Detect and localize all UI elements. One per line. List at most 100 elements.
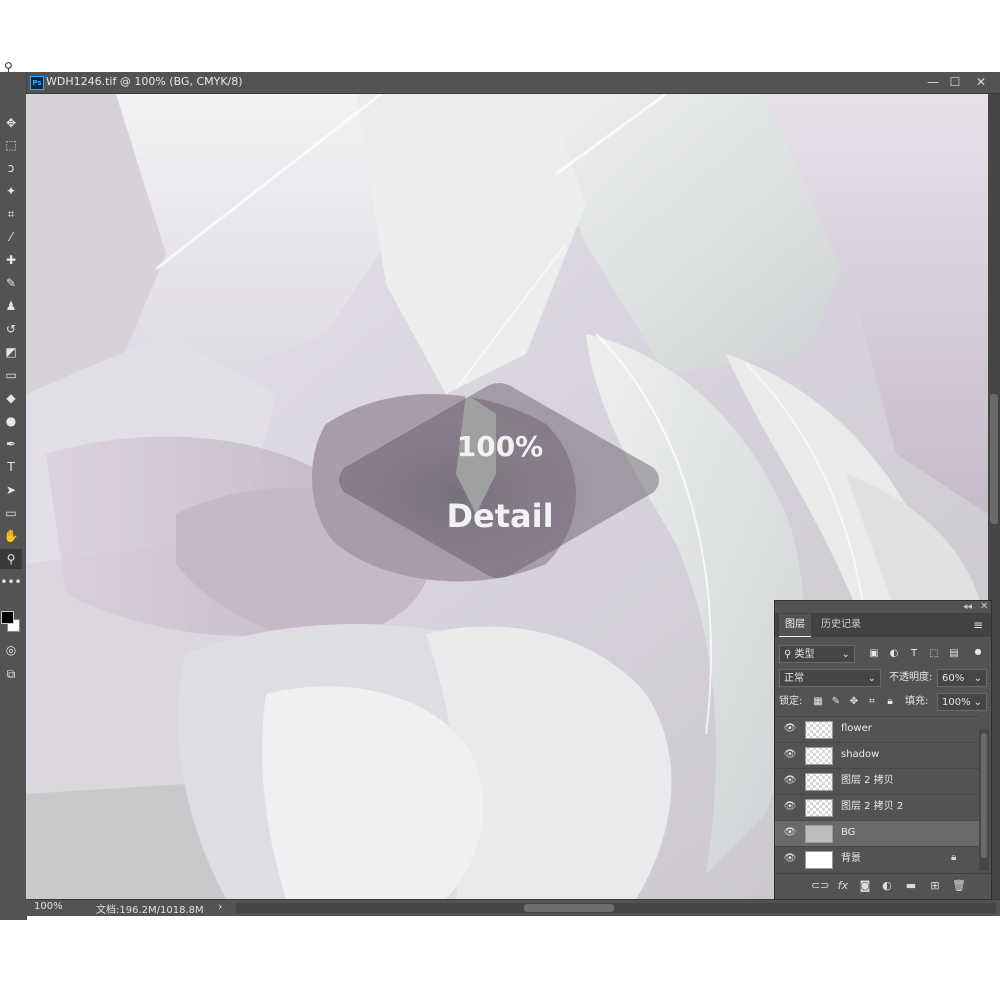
blur-tool-icon[interactable]: ◆ <box>0 388 22 408</box>
filter-type-icon[interactable]: T <box>907 647 921 661</box>
status-menu-arrow[interactable]: › <box>218 900 222 913</box>
panel-menu-icon[interactable]: ≡ <box>973 618 983 632</box>
filter-toggle-icon[interactable]: ● <box>971 645 985 659</box>
zoom-level[interactable]: 100% <box>34 901 63 912</box>
lasso-tool-icon[interactable]: ↄ <box>0 158 22 178</box>
fill-input[interactable]: 100% ⌄ <box>937 693 987 711</box>
dodge-tool-icon[interactable]: ● <box>0 411 22 431</box>
search-icon[interactable]: ⚲ <box>4 61 22 73</box>
rectangle-tool-icon[interactable]: ▭ <box>0 503 22 523</box>
layers-panel: ◂◂ ✕ 图层 历史记录 ≡ ⚲ 类型 ⌄ ▣ ◐ T ⬚ ▤ ● 正常 ⌄ 不透明… <box>774 600 992 900</box>
gradient-tool-icon[interactable]: ▭ <box>0 365 22 385</box>
brush-tool-icon[interactable]: ✎ <box>0 273 22 293</box>
lock-artboard-icon[interactable]: ⌗ <box>865 695 879 709</box>
visibility-eye-icon[interactable]: 👁︎ <box>783 774 797 788</box>
eyedropper-tool-icon[interactable]: ⁄ <box>0 227 22 247</box>
visibility-eye-icon[interactable]: 👁︎ <box>783 800 797 814</box>
pen-tool-icon[interactable]: ✒ <box>0 434 22 454</box>
layers-scrollbar[interactable] <box>979 729 989 871</box>
tab-history[interactable]: 历史记录 <box>815 614 867 636</box>
layer-thumbnail <box>805 799 833 817</box>
layer-filter-select[interactable]: ⚲ 类型 ⌄ <box>779 645 855 663</box>
layers-scroll-thumb[interactable] <box>981 733 987 858</box>
visibility-eye-icon[interactable]: 👁︎ <box>783 826 797 840</box>
panel-tabs: 图层 历史记录 <box>775 613 991 637</box>
new-group-icon[interactable]: ▬ <box>903 878 919 894</box>
visibility-eye-icon[interactable]: 👁︎ <box>783 748 797 762</box>
link-layers-icon[interactable]: ⊂⊃ <box>811 878 829 894</box>
filter-pixel-icon[interactable]: ▣ <box>867 647 881 661</box>
hand-tool-icon[interactable]: ✋ <box>0 526 22 546</box>
layer-thumbnail <box>805 851 833 869</box>
collapse-panel-icon[interactable]: ◂◂ <box>963 602 972 612</box>
visibility-eye-icon[interactable]: 👁︎ <box>783 852 797 866</box>
document-title: WDH1246.tif @ 100% (BG, CMYK/8) <box>46 75 243 88</box>
tab-layers[interactable]: 图层 <box>779 614 811 637</box>
clone-stamp-tool-icon[interactable]: ♟ <box>0 296 22 316</box>
lock-transparent-icon[interactable]: ▦ <box>811 695 825 709</box>
marquee-tool-icon[interactable]: ⬚ <box>0 135 22 155</box>
visibility-eye-icon[interactable]: 👁︎ <box>783 722 797 736</box>
filter-smart-object-icon[interactable]: ▤ <box>947 647 961 661</box>
delete-layer-icon[interactable]: 🗑︎ <box>951 878 967 894</box>
layer-row[interactable]: 👁︎ flower <box>775 716 979 742</box>
add-mask-icon[interactable]: ◙ <box>857 878 873 894</box>
watermark-detail-text: Detail <box>446 497 554 535</box>
layer-thumbnail <box>805 773 833 791</box>
watermark-badge <box>339 383 659 578</box>
document-title-bar[interactable]: Ps WDH1246.tif @ 100% (BG, CMYK/8) — ☐ ✕ <box>26 72 1000 94</box>
lock-position-icon[interactable]: ✥ <box>847 695 861 709</box>
layer-name: BG <box>841 827 856 838</box>
filter-label: 类型 <box>794 649 815 660</box>
path-selection-tool-icon[interactable]: ➤ <box>0 480 22 500</box>
chevron-down-icon: ⌄ <box>841 649 850 660</box>
zoom-tool-icon[interactable]: ⚲ <box>0 549 22 569</box>
magic-wand-tool-icon[interactable]: ✦ <box>0 181 22 201</box>
new-adjustment-layer-icon[interactable]: ◐ <box>879 878 895 894</box>
blend-mode-select[interactable]: 正常 ⌄ <box>779 669 881 687</box>
chevron-down-icon: ⌄ <box>973 673 982 684</box>
opacity-input[interactable]: 60% ⌄ <box>937 669 987 687</box>
layer-row[interactable]: 👁︎ 背景 🔒︎ <box>775 846 979 872</box>
tools-panel: ✥ ⬚ ↄ ✦ ⌗ ⁄ ✚ ✎ ♟ ↺ ◩ ▭ ◆ ● ✒ T ➤ ▭ ✋ ⚲ ••• ◎ ⧉ <box>0 72 27 920</box>
filter-adjustment-icon[interactable]: ◐ <box>887 647 901 661</box>
close-panel-icon[interactable]: ✕ <box>980 601 988 612</box>
move-tool-icon[interactable]: ✥ <box>0 113 22 133</box>
new-layer-icon[interactable]: ⊞ <box>927 878 943 894</box>
layers-panel-footer: ⊂⊃ fx ◙ ◐ ▬ ⊞ 🗑︎ <box>775 873 991 898</box>
photoshop-logo-icon: Ps <box>30 76 44 90</box>
layer-row[interactable]: 👁︎ 图层 2 拷贝 <box>775 768 979 794</box>
lock-all-icon[interactable]: 🔒︎ <box>883 695 897 709</box>
blend-mode-value: 正常 <box>784 673 804 684</box>
lock-label: 锁定: <box>779 696 803 707</box>
more-tools-icon[interactable]: ••• <box>0 572 22 592</box>
close-button[interactable]: ✕ <box>970 74 992 91</box>
screen-mode-icon[interactable]: ⧉ <box>0 664 22 684</box>
spot-healing-tool-icon[interactable]: ✚ <box>0 250 22 270</box>
layer-thumbnail <box>805 825 833 843</box>
foreground-color-swatch[interactable] <box>1 611 14 624</box>
eraser-tool-icon[interactable]: ◩ <box>0 342 22 362</box>
filter-shape-icon[interactable]: ⬚ <box>927 647 941 661</box>
top-margin: ⚲ <box>0 0 1000 73</box>
minimize-button[interactable]: — <box>922 74 944 91</box>
fill-value: 100% <box>942 697 971 708</box>
crop-tool-icon[interactable]: ⌗ <box>0 204 22 224</box>
layer-name: 图层 2 拷贝 <box>841 775 894 786</box>
chevron-down-icon: ⌄ <box>973 697 982 708</box>
lock-pixels-icon[interactable]: ✎ <box>829 695 843 709</box>
layer-row[interactable]: 👁︎ shadow <box>775 742 979 768</box>
type-tool-icon[interactable]: T <box>0 457 22 477</box>
layer-row[interactable]: 👁︎ 图层 2 拷贝 2 <box>775 794 979 820</box>
layer-name: 背景 <box>841 853 861 864</box>
quick-mask-icon[interactable]: ◎ <box>0 640 22 660</box>
layer-thumbnail <box>805 721 833 739</box>
vertical-scroll-thumb[interactable] <box>990 394 998 524</box>
horizontal-scroll-thumb[interactable] <box>524 904 614 912</box>
layer-style-icon[interactable]: fx <box>835 878 851 894</box>
layer-row[interactable]: 👁︎ BG <box>775 820 979 846</box>
history-brush-tool-icon[interactable]: ↺ <box>0 319 22 339</box>
watermark-zoom-text: 100% <box>456 430 544 463</box>
horizontal-scrollbar[interactable] <box>236 903 996 913</box>
maximize-button[interactable]: ☐ <box>944 74 966 91</box>
